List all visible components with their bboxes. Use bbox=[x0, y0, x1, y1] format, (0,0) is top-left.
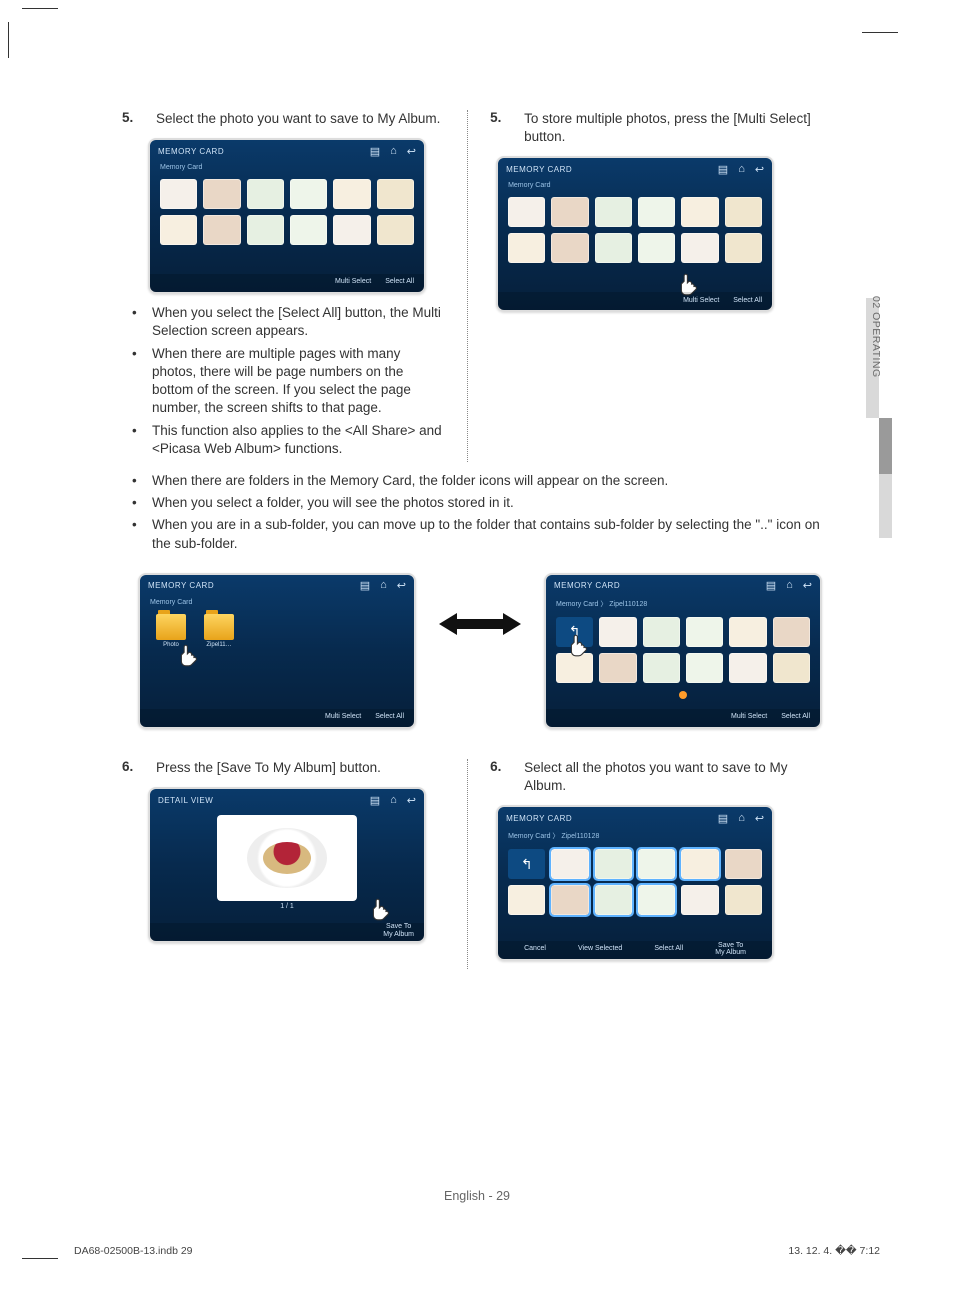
breadcrumb: Memory Card bbox=[498, 180, 772, 195]
multi-select-button[interactable]: Multi Select bbox=[325, 713, 361, 721]
ui-screenshot-folders: MEMORY CARD ▤⌂↩ Memory Card Photo Zipel1… bbox=[138, 573, 416, 729]
back-icon: ↩ bbox=[755, 812, 764, 825]
save-to-my-album-button[interactable]: Save To My Album bbox=[715, 942, 746, 957]
crop-mark bbox=[862, 32, 898, 33]
ui-screenshot-subfolder: MEMORY CARD ▤ ⌂ ↩ Memory Card 〉 Zipel11012… bbox=[544, 573, 822, 729]
ui-screenshot-select-photos: MEMORY CARD ▤ ⌂ ↩ Memory Card 〉 Zipel11012… bbox=[496, 805, 774, 961]
crop-mark bbox=[22, 1258, 58, 1259]
folder-icon[interactable] bbox=[204, 614, 234, 640]
ui-screenshot-memory-card: MEMORY CARD ▤ ⌂ ↩ Memory Card Multi Sele… bbox=[148, 138, 426, 294]
doc-id: DA68-02500B-13.indb 29 bbox=[74, 1245, 193, 1257]
hand-pointer-icon bbox=[368, 895, 394, 923]
bullet-item: This function also applies to the <All S… bbox=[142, 422, 445, 458]
step-number: 6. bbox=[122, 759, 142, 777]
ui-screenshot-multi-select: MEMORY CARD ▤ ⌂ ↩ Memory Card Multi Select… bbox=[496, 156, 774, 312]
bullet-list: When there are folders in the Memory Car… bbox=[122, 472, 822, 553]
page-footer: English - 29 bbox=[0, 1189, 954, 1203]
photo-preview bbox=[217, 815, 357, 901]
home-icon: ⌂ bbox=[786, 579, 793, 592]
page-indicator bbox=[679, 691, 687, 699]
section-tab-label: 02 OPERATING bbox=[864, 296, 882, 378]
multi-select-button[interactable]: Multi Select bbox=[335, 278, 371, 286]
bidirectional-arrow-icon bbox=[437, 611, 523, 640]
breadcrumb: Memory Card 〉 Zipel110128 bbox=[546, 597, 820, 615]
cancel-button[interactable]: Cancel bbox=[524, 945, 546, 953]
select-all-button[interactable]: Select All bbox=[781, 713, 810, 721]
step-number: 5. bbox=[122, 110, 142, 128]
back-icon: ↩ bbox=[755, 163, 764, 176]
step-number: 5. bbox=[490, 110, 510, 146]
crop-mark bbox=[8, 22, 9, 58]
step-text: To store multiple photos, press the [Mul… bbox=[524, 110, 822, 146]
folder-icon[interactable] bbox=[156, 614, 186, 640]
view-selected-button[interactable]: View Selected bbox=[578, 945, 622, 953]
step-text: Select all the photos you want to save t… bbox=[524, 759, 822, 795]
doc-timestamp: 13. 12. 4. �� 7:12 bbox=[788, 1245, 880, 1257]
crop-mark bbox=[22, 8, 58, 9]
section-tab: 02 OPERATING bbox=[866, 298, 892, 538]
bullet-item: When you select a folder, you will see t… bbox=[142, 494, 822, 512]
select-all-button[interactable]: Select All bbox=[654, 945, 683, 953]
save-to-my-album-button[interactable]: Save To My Album bbox=[383, 923, 414, 938]
bullet-item: When you are in a sub-folder, you can mo… bbox=[142, 516, 822, 552]
screen-title: MEMORY CARD bbox=[506, 814, 572, 823]
bullet-list: When you select the [Select All] button,… bbox=[122, 304, 445, 458]
breadcrumb: Memory Card bbox=[140, 597, 414, 612]
breadcrumb: Memory Card 〉 Zipel110128 bbox=[498, 829, 772, 847]
multi-select-button[interactable]: Multi Select bbox=[683, 297, 719, 305]
back-icon: ↩ bbox=[803, 579, 812, 592]
breadcrumb: Memory Card bbox=[150, 162, 424, 177]
home-icon: ⌂ bbox=[380, 579, 387, 592]
ui-screenshot-detail-view: DETAIL VIEW ▤⌂↩ 1 / 1 Save To My Album bbox=[148, 787, 426, 943]
select-all-button[interactable]: Select All bbox=[733, 297, 762, 305]
back-icon: ↩ bbox=[397, 579, 406, 592]
bullet-item: When there are folders in the Memory Car… bbox=[142, 472, 822, 490]
bullet-item: When you select the [Select All] button,… bbox=[142, 304, 445, 340]
screen-title: DETAIL VIEW bbox=[158, 796, 213, 805]
back-icon: ↩ bbox=[407, 145, 416, 158]
select-all-button[interactable]: Select All bbox=[385, 278, 414, 286]
select-all-button[interactable]: Select All bbox=[375, 713, 404, 721]
bullet-item: When there are multiple pages with many … bbox=[142, 345, 445, 418]
step-text: Select the photo you want to save to My … bbox=[156, 110, 445, 128]
hand-pointer-icon bbox=[566, 631, 592, 659]
screen-title: MEMORY CARD bbox=[148, 581, 214, 590]
screen-title: MEMORY CARD bbox=[506, 165, 572, 174]
multi-select-button[interactable]: Multi Select bbox=[731, 713, 767, 721]
home-icon: ⌂ bbox=[738, 163, 745, 176]
note-icon: ▤ bbox=[718, 163, 728, 176]
note-icon: ▤ bbox=[766, 579, 776, 592]
back-icon: ↩ bbox=[407, 794, 416, 807]
folder-label: Zipel11… bbox=[206, 642, 231, 648]
note-icon: ▤ bbox=[718, 812, 728, 825]
note-icon: ▤ bbox=[360, 579, 370, 592]
screen-title: MEMORY CARD bbox=[158, 147, 224, 156]
note-icon: ▤ bbox=[370, 145, 380, 158]
step-text: Press the [Save To My Album] button. bbox=[156, 759, 445, 777]
home-icon: ⌂ bbox=[738, 812, 745, 825]
hand-pointer-icon bbox=[176, 641, 202, 669]
screen-title: MEMORY CARD bbox=[554, 581, 620, 590]
note-icon: ▤ bbox=[370, 794, 380, 807]
home-icon: ⌂ bbox=[390, 145, 397, 158]
step-number: 6. bbox=[490, 759, 510, 795]
up-folder-button[interactable]: ↰ bbox=[508, 849, 545, 879]
home-icon: ⌂ bbox=[390, 794, 397, 807]
